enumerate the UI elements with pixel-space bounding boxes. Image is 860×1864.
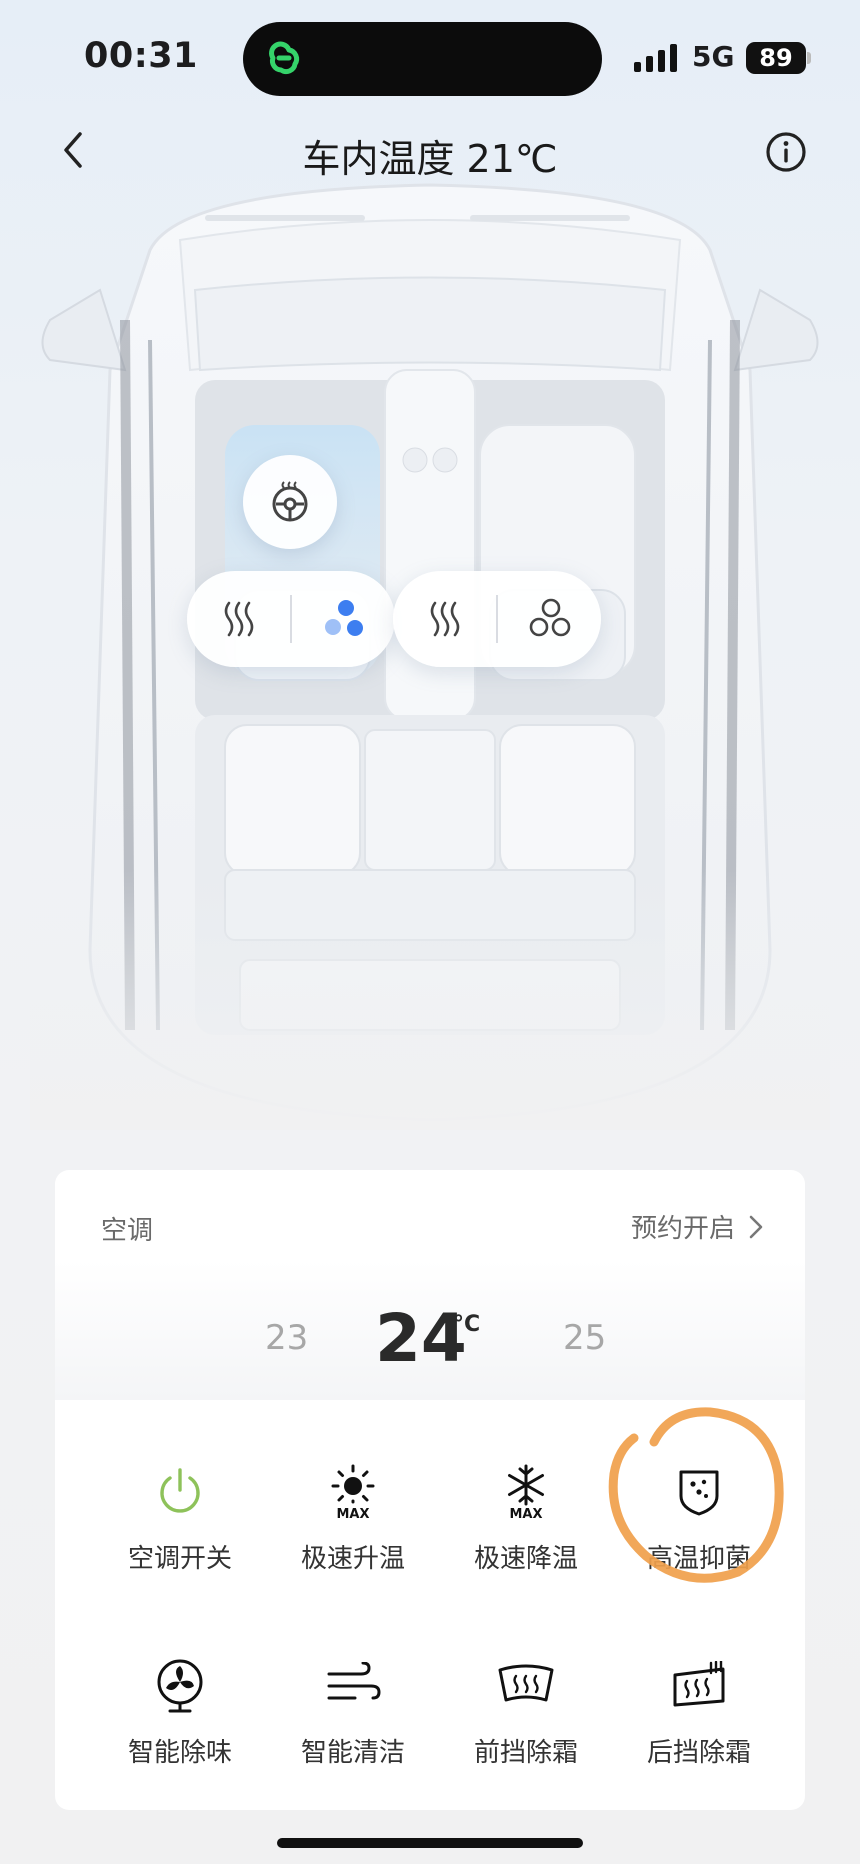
car-cabin-view: [30, 170, 830, 1130]
rapid-heat-button[interactable]: MAX 极速升温: [278, 1462, 428, 1602]
ac-power-button[interactable]: 空调开关: [105, 1462, 255, 1602]
rapid-heat-label: 极速升温: [300, 1544, 405, 1574]
seat-ventilation-icon: [529, 598, 571, 637]
driver-seat-ventilation-button[interactable]: [291, 571, 395, 667]
driver-seat-heat-button[interactable]: [187, 571, 291, 667]
smart-clean-label: 智能清洁: [300, 1738, 405, 1768]
svg-text:MAX: MAX: [509, 1507, 542, 1520]
sun-max-icon: MAX: [331, 1464, 375, 1520]
battery-indicator: 89: [746, 42, 806, 74]
steering-wheel-heat-button[interactable]: [243, 455, 337, 549]
temp-unit: °C: [453, 1312, 481, 1337]
temp-option-higher[interactable]: 25: [563, 1318, 606, 1358]
front-defrost-label: 前挡除霜: [473, 1738, 578, 1768]
status-time: 00:31: [84, 36, 198, 76]
home-indicator: [277, 1838, 583, 1848]
wind-icon: [327, 1662, 381, 1700]
front-defrost-button[interactable]: 前挡除霜: [451, 1656, 601, 1796]
dynamic-island: [243, 22, 602, 96]
seat-heat-icon: [224, 601, 254, 637]
driver-seat-controls: [187, 571, 395, 667]
app-activity-icon: [269, 41, 300, 75]
info-icon[interactable]: [764, 130, 808, 174]
snowflake-max-icon: MAX: [508, 1464, 544, 1520]
passenger-seat-heat-button[interactable]: [393, 571, 497, 667]
status-bar: 00:31 5G 89: [0, 0, 860, 120]
temp-option-lower[interactable]: 23: [265, 1318, 308, 1358]
rapid-cool-button[interactable]: MAX 极速降温: [451, 1462, 601, 1602]
battery-tip: [807, 52, 811, 64]
rapid-cool-label: 极速降温: [473, 1544, 578, 1574]
schedule-button[interactable]: 预约开启: [631, 1208, 765, 1245]
ac-power-label: 空调开关: [127, 1544, 232, 1574]
svg-text:MAX: MAX: [336, 1507, 369, 1520]
seat-ventilation-icon: [325, 600, 363, 636]
power-icon: [160, 1468, 200, 1513]
passenger-seat-ventilation-button[interactable]: [497, 571, 601, 667]
chevron-right-icon: [749, 1215, 763, 1238]
rear-defrost-label: 后挡除霜: [646, 1738, 751, 1768]
smart-deodorize-label: 智能除味: [127, 1738, 232, 1768]
passenger-seat-controls: [393, 571, 601, 667]
seat-heat-icon: [430, 601, 460, 637]
smart-deodorize-button[interactable]: 智能除味: [105, 1656, 255, 1796]
rear-defrost-icon: [673, 1661, 725, 1707]
network-type: 5G: [692, 40, 735, 73]
rear-defrost-button[interactable]: 后挡除霜: [624, 1656, 774, 1796]
steering-wheel-heat-icon: [272, 481, 308, 522]
back-icon[interactable]: [52, 128, 96, 172]
cellular-signal-icon: [634, 44, 677, 72]
smart-clean-button[interactable]: 智能清洁: [278, 1656, 428, 1796]
fan-icon: [157, 1659, 203, 1713]
schedule-label: 预约开启: [630, 1214, 735, 1244]
annotation-circle: [608, 1407, 784, 1583]
ac-card-title: 空调: [101, 1216, 154, 1246]
front-defrost-icon: [498, 1664, 554, 1702]
